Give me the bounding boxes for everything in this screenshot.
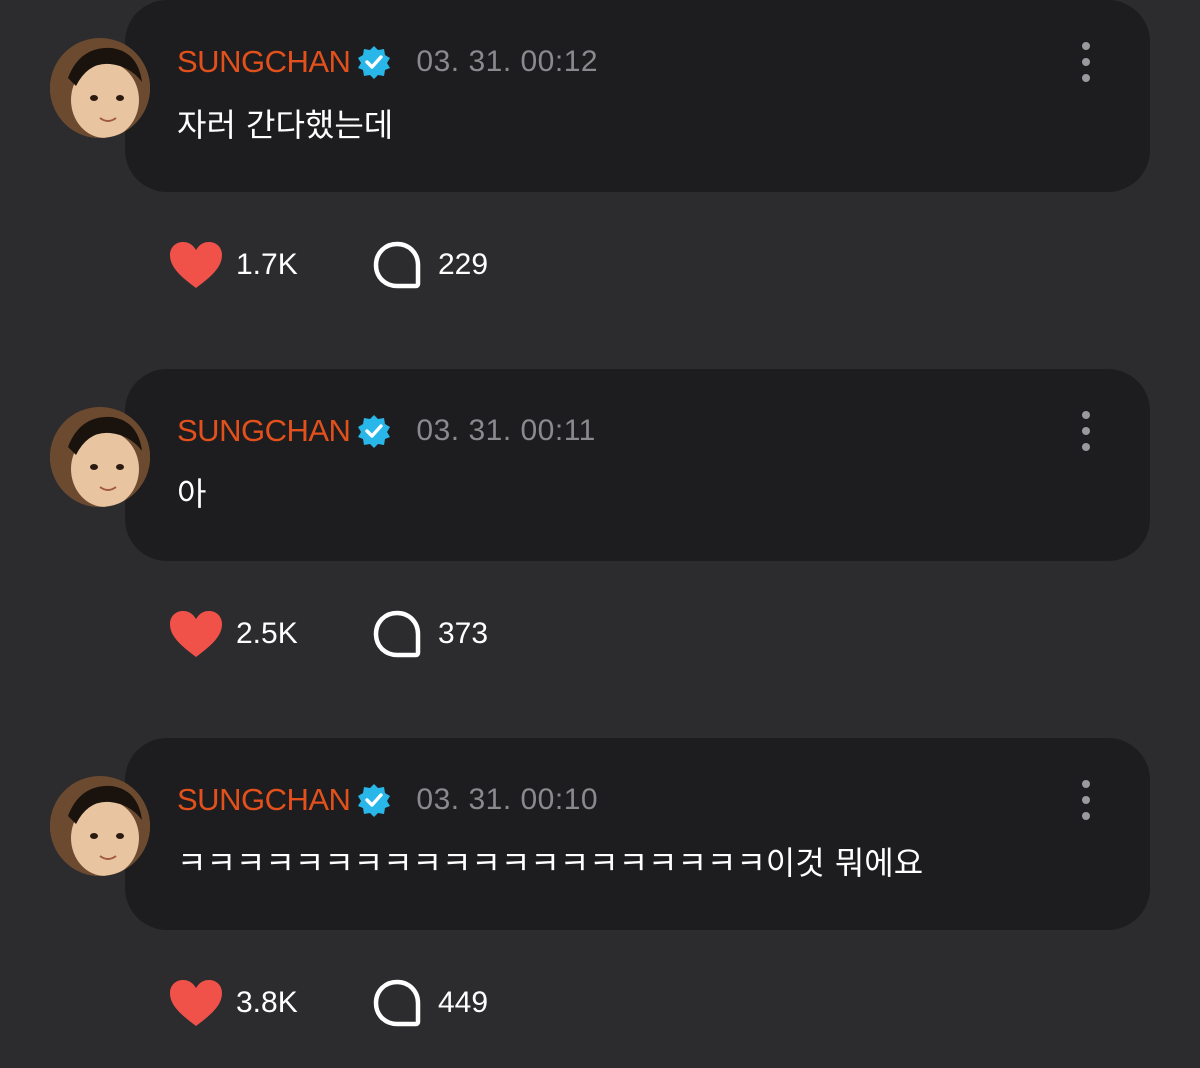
heart-icon [170,980,222,1026]
avatar[interactable] [50,407,150,507]
message-text: 자러 간다했는데 [177,106,394,144]
more-dot [1082,427,1090,435]
timestamp: 03. 31. 00:10 [416,783,599,816]
comment-count: 373 [438,617,489,650]
username[interactable]: SUNGCHAN [177,44,351,80]
message-feed: SUNGCHAN 03. 31. 00:12 자러 간다했는데 1.7K 229… [0,0,1200,1028]
post-actions: 2.5K 373 [168,607,488,661]
avatar[interactable] [50,776,150,876]
comment-count: 449 [438,986,489,1019]
like-button[interactable]: 3.8K [168,978,372,1028]
comment-button[interactable]: 229 [372,240,488,290]
heart-icon [170,242,222,288]
avatar-image [50,38,150,138]
verified-badge-icon [358,46,391,79]
comment-bubble-icon [373,610,421,658]
verified-badge-icon [358,415,391,448]
more-dot [1082,796,1090,804]
more-dot [1082,411,1090,419]
message-card[interactable] [125,738,1150,930]
message-card[interactable] [125,369,1150,561]
like-button[interactable]: 1.7K [168,240,372,290]
more-options-icon[interactable] [1076,411,1096,451]
post-header: SUNGCHAN 03. 31. 00:10 [177,778,598,822]
more-options-icon[interactable] [1076,42,1096,82]
timestamp: 03. 31. 00:12 [416,45,599,78]
post-header: SUNGCHAN 03. 31. 00:12 [177,40,598,84]
verified-badge-icon [358,784,391,817]
avatar-image [50,407,150,507]
message-text: ㅋㅋㅋㅋㅋㅋㅋㅋㅋㅋㅋㅋㅋㅋㅋㅋㅋㅋㅋㅋ이것 뭐에요 [177,844,924,882]
post-actions: 3.8K 449 [168,976,488,1030]
comment-bubble-icon [373,241,421,289]
more-dot [1082,443,1090,451]
post-item: SUNGCHAN 03. 31. 00:11 아 2.5K 373 [0,369,1200,699]
like-count: 1.7K [236,248,298,281]
username[interactable]: SUNGCHAN [177,782,351,818]
like-count: 2.5K [236,617,298,650]
more-dot [1082,780,1090,788]
heart-icon [170,611,222,657]
like-button[interactable]: 2.5K [168,609,372,659]
comment-button[interactable]: 449 [372,978,488,1028]
avatar-image [50,776,150,876]
message-card[interactable] [125,0,1150,192]
more-options-icon[interactable] [1076,780,1096,820]
timestamp: 03. 31. 00:11 [416,414,596,447]
comment-button[interactable]: 373 [372,609,488,659]
comment-bubble-icon [373,979,421,1027]
post-item: SUNGCHAN 03. 31. 00:12 자러 간다했는데 1.7K 229 [0,0,1200,330]
more-dot [1082,812,1090,820]
post-item: SUNGCHAN 03. 31. 00:10 ㅋㅋㅋㅋㅋㅋㅋㅋㅋㅋㅋㅋㅋㅋㅋㅋㅋ… [0,738,1200,1068]
more-dot [1082,74,1090,82]
comment-count: 229 [438,248,489,281]
post-actions: 1.7K 229 [168,238,488,292]
message-text: 아 [177,475,207,513]
post-header: SUNGCHAN 03. 31. 00:11 [177,409,596,453]
more-dot [1082,58,1090,66]
avatar[interactable] [50,38,150,138]
username[interactable]: SUNGCHAN [177,413,351,449]
like-count: 3.8K [236,986,298,1019]
more-dot [1082,42,1090,50]
